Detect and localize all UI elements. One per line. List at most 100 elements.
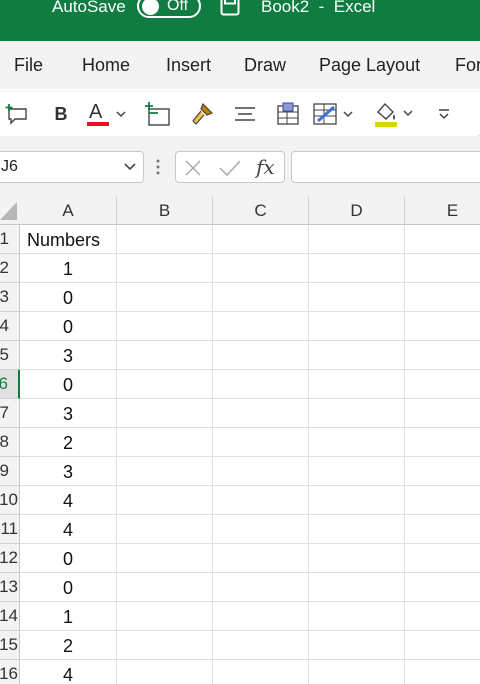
more-options-button[interactable] [434, 92, 454, 136]
row-header[interactable]: 10 [0, 486, 20, 515]
cell-d4[interactable] [309, 312, 405, 341]
cell-b6[interactable] [117, 370, 213, 399]
row-header[interactable]: 9 [0, 457, 20, 486]
name-box[interactable]: J6 [0, 151, 144, 183]
cell-b8[interactable] [117, 428, 213, 457]
column-header-e[interactable]: E [405, 196, 480, 224]
cell-a10[interactable]: 4 [20, 486, 117, 515]
row-header[interactable]: 14 [0, 602, 20, 631]
cell-d14[interactable] [309, 602, 405, 631]
cell-c7[interactable] [213, 399, 309, 428]
column-header-c[interactable]: C [213, 196, 309, 224]
cell-c13[interactable] [213, 573, 309, 602]
new-comment-button[interactable] [4, 92, 30, 136]
cell-d13[interactable] [309, 573, 405, 602]
cell-a16[interactable]: 4 [20, 660, 117, 684]
cell-c12[interactable] [213, 544, 309, 573]
cell-b9[interactable] [117, 457, 213, 486]
column-header-d[interactable]: D [309, 196, 405, 224]
cell-c16[interactable] [213, 660, 309, 684]
cell-a4[interactable]: 0 [20, 312, 117, 341]
cell-a8[interactable]: 2 [20, 428, 117, 457]
cell-e14[interactable] [405, 602, 480, 631]
cell-b16[interactable] [117, 660, 213, 684]
cell-e13[interactable] [405, 573, 480, 602]
cell-d11[interactable] [309, 515, 405, 544]
row-header[interactable]: 8 [0, 428, 20, 457]
formula-input[interactable] [291, 151, 480, 183]
cell-d6[interactable] [309, 370, 405, 399]
font-color-button[interactable]: A [86, 92, 128, 136]
tab-draw[interactable]: Draw [244, 55, 286, 76]
row-header[interactable]: 13 [0, 573, 20, 602]
cell-c9[interactable] [213, 457, 309, 486]
cell-a1[interactable]: Numbers [20, 225, 117, 254]
cell-e16[interactable] [405, 660, 480, 684]
cell-e12[interactable] [405, 544, 480, 573]
tab-page-layout[interactable]: Page Layout [319, 55, 420, 76]
cell-d1[interactable] [309, 225, 405, 254]
row-header[interactable]: 5 [0, 341, 20, 370]
row-header[interactable]: 11 [0, 515, 20, 544]
column-header-b[interactable]: B [117, 196, 213, 224]
save-icon[interactable] [220, 0, 240, 16]
cell-a9[interactable]: 3 [20, 457, 117, 486]
enter-icon[interactable] [218, 159, 242, 177]
row-header[interactable]: 12 [0, 544, 20, 573]
cell-a2[interactable]: 1 [20, 254, 117, 283]
drag-handle-icon[interactable] [155, 158, 161, 176]
cell-e10[interactable] [405, 486, 480, 515]
cell-a11[interactable]: 4 [20, 515, 117, 544]
cell-d2[interactable] [309, 254, 405, 283]
bold-button[interactable]: B [49, 92, 73, 136]
row-header[interactable]: 6 [0, 370, 20, 399]
cell-a3[interactable]: 0 [20, 283, 117, 312]
cell-e2[interactable] [405, 254, 480, 283]
cell-c2[interactable] [213, 254, 309, 283]
align-button[interactable] [232, 92, 258, 136]
row-header[interactable]: 2 [0, 254, 20, 283]
row-header[interactable]: 4 [0, 312, 20, 341]
column-header-a[interactable]: A [20, 196, 117, 224]
cell-e9[interactable] [405, 457, 480, 486]
autosave-toggle[interactable]: Off [137, 0, 201, 18]
cell-e6[interactable] [405, 370, 480, 399]
cell-e11[interactable] [405, 515, 480, 544]
cell-b7[interactable] [117, 399, 213, 428]
cell-b11[interactable] [117, 515, 213, 544]
cell-c10[interactable] [213, 486, 309, 515]
cell-a5[interactable]: 3 [20, 341, 117, 370]
cell-a6[interactable]: 0 [20, 370, 117, 399]
cell-b15[interactable] [117, 631, 213, 660]
cell-d12[interactable] [309, 544, 405, 573]
cell-d16[interactable] [309, 660, 405, 684]
cell-d9[interactable] [309, 457, 405, 486]
cell-c6[interactable] [213, 370, 309, 399]
cell-e5[interactable] [405, 341, 480, 370]
cell-a14[interactable]: 1 [20, 602, 117, 631]
tab-file[interactable]: File [14, 55, 43, 76]
cell-e1[interactable] [405, 225, 480, 254]
select-all-icon[interactable] [0, 196, 20, 224]
format-as-table-button[interactable] [312, 92, 356, 136]
cell-d5[interactable] [309, 341, 405, 370]
cell-e8[interactable] [405, 428, 480, 457]
cell-c11[interactable] [213, 515, 309, 544]
cell-e4[interactable] [405, 312, 480, 341]
row-header[interactable]: 3 [0, 283, 20, 312]
cell-c14[interactable] [213, 602, 309, 631]
cell-styles-button[interactable] [274, 92, 302, 136]
cell-e7[interactable] [405, 399, 480, 428]
cell-a13[interactable]: 0 [20, 573, 117, 602]
cell-d3[interactable] [309, 283, 405, 312]
cell-a7[interactable]: 3 [20, 399, 117, 428]
cell-a15[interactable]: 2 [20, 631, 117, 660]
cell-b4[interactable] [117, 312, 213, 341]
cell-e3[interactable] [405, 283, 480, 312]
tab-formulas[interactable]: For [455, 55, 480, 76]
insert-function-icon[interactable]: fx [256, 155, 275, 179]
cell-b12[interactable] [117, 544, 213, 573]
row-header[interactable]: 15 [0, 631, 20, 660]
cell-b5[interactable] [117, 341, 213, 370]
cell-b2[interactable] [117, 254, 213, 283]
